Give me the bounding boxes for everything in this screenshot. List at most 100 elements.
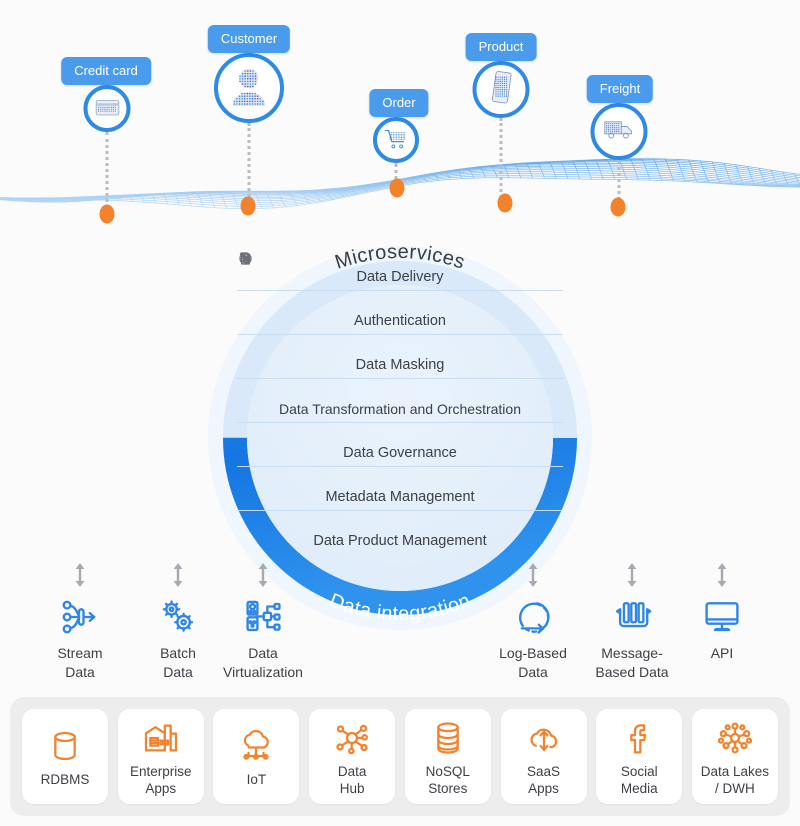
source-badge-label[interactable]: Freight: [586, 75, 654, 103]
channel-stream-data[interactable]: Stream Data: [28, 560, 132, 682]
source-bubble[interactable]: [472, 61, 530, 118]
api-monitor-icon: [670, 590, 774, 638]
source-card-label-line1: IoT: [246, 772, 267, 788]
source-bubble[interactable]: [590, 103, 648, 160]
source-badge-label[interactable]: Order: [369, 89, 429, 117]
data-lakes-icon: [715, 716, 755, 760]
data-sources-panel: RDBMS Enterprise Apps IoT Data Hub NoSQL Stores…: [10, 697, 790, 816]
source-card-label: Data Hub: [338, 764, 367, 796]
channel-api-monitor[interactable]: API: [670, 560, 774, 663]
log-based-icon: [481, 590, 585, 638]
database-stack-icon: [237, 252, 563, 532]
channel-label-line2: Virtualization: [223, 663, 303, 680]
microservice-item[interactable]: Metadata Management: [237, 252, 563, 510]
diagram-canvas: Credit card Customer Order Product Freight: [0, 0, 800, 826]
channel-arrow: [481, 560, 585, 590]
source-card-label-line1: Enterprise: [129, 764, 192, 780]
source-card-label-line2: Hub: [339, 780, 365, 796]
source-connector-line: [499, 118, 503, 198]
channel-arrow: [580, 560, 684, 590]
microservice-label: Data Governance: [343, 444, 457, 461]
source-card-label-line2: Stores: [428, 780, 468, 796]
source-bubble[interactable]: [83, 85, 131, 132]
source-card-data[interactable]: Data Hub: [309, 709, 396, 804]
microservice-item[interactable]: Data Governance: [237, 252, 563, 466]
source-anchor-dot: [610, 197, 626, 217]
double-arrow-icon: [173, 563, 183, 587]
double-arrow-icon: [528, 563, 538, 587]
channel-log-based[interactable]: Log-Based Data: [481, 560, 585, 682]
source-card-rdbms[interactable]: RDBMS: [22, 709, 108, 804]
source-bubble[interactable]: [214, 53, 284, 123]
hierarchy-icon: [237, 252, 563, 488]
source-card-label-line2: Media: [620, 780, 658, 796]
microservice-item[interactable]: Data Transformation and Orchestration: [237, 252, 563, 421]
microservice-label: Metadata Management: [325, 488, 475, 505]
source-card-label: RDBMS: [41, 772, 90, 788]
source-card-saas[interactable]: SaaS Apps: [500, 709, 587, 804]
source-card-label-line1: Social: [620, 764, 658, 780]
source-card-data-lakes[interactable]: Data Lakes / DWH: [691, 709, 778, 804]
channel-label-line1: Message-: [601, 645, 663, 661]
microservice-label: Data Transformation and Orchestration: [278, 401, 521, 418]
gears-icon: [237, 252, 563, 400]
microservice-item[interactable]: Data Product Management: [237, 252, 563, 554]
message-queue-icon: [580, 590, 684, 638]
facebook-icon: [619, 716, 659, 760]
microservice-item[interactable]: Data Delivery: [237, 251, 563, 290]
source-card-nosql[interactable]: NoSQL Stores: [404, 709, 491, 804]
globe-icon: [237, 251, 563, 268]
channel-arrow: [670, 560, 774, 590]
credit-card-icon: [92, 91, 122, 125]
channel-label-line2: Based Data: [595, 663, 669, 680]
source-connector-line: [105, 132, 109, 209]
source-card-label-line2: Apps: [528, 780, 559, 796]
microservice-label: Data Masking: [355, 357, 445, 374]
double-arrow-icon: [717, 563, 727, 587]
product-phone-icon: [483, 69, 520, 110]
user-icon: [237, 253, 563, 312]
source-anchor-dot: [497, 193, 513, 213]
cloud-network-icon: [236, 724, 276, 768]
channel-label: Stream Data: [28, 644, 132, 682]
microservices-list: Data Delivery Authentication Data Masking D…: [237, 250, 563, 554]
refresh-cycle-icon: [237, 252, 563, 444]
channel-label: Message- Based Data: [580, 644, 684, 682]
source-card-label: SaaS Apps: [527, 764, 560, 796]
source-card-label: Data Lakes / DWH: [701, 764, 769, 796]
channel-label-line1: API: [710, 645, 734, 661]
source-badge-label[interactable]: Credit card: [61, 57, 151, 85]
source-card-enterprise[interactable]: Enterprise Apps: [117, 709, 204, 804]
double-arrow-icon: [258, 563, 268, 587]
double-arrow-icon: [75, 563, 85, 587]
factory-icon: [141, 716, 181, 760]
source-card-label-line2: / DWH: [715, 780, 755, 796]
data-virtualization-icon: [211, 590, 315, 638]
source-bubble[interactable]: [373, 117, 419, 163]
source-card-label: NoSQL Stores: [426, 764, 470, 796]
source-card-label-line1: Data: [337, 764, 367, 780]
source-badge-label[interactable]: Product: [465, 33, 537, 61]
source-card-label: Enterprise Apps: [130, 764, 192, 796]
microservice-item[interactable]: Authentication: [237, 253, 563, 334]
microservice-label: Authentication: [354, 313, 446, 330]
source-card-social[interactable]: Social Media: [596, 709, 683, 804]
database-cylinder-icon: [45, 724, 85, 768]
microservice-item[interactable]: Data Masking: [237, 252, 563, 378]
channel-arrow: [211, 560, 315, 590]
channel-data-virtualization[interactable]: Data Virtualization: [211, 560, 315, 682]
customer-icon: [226, 63, 271, 114]
source-connector-line: [247, 123, 251, 202]
channel-message-queue[interactable]: Message- Based Data: [580, 560, 684, 682]
channel-label-line2: Data: [65, 663, 95, 680]
channel-label-line2: Data: [518, 663, 548, 680]
cloud-sync-icon: [524, 716, 564, 760]
hub-node-icon: [332, 716, 372, 760]
source-card-label-line1: SaaS: [527, 764, 561, 780]
source-card-label: IoT: [247, 772, 267, 788]
microservice-label: Data Product Management: [313, 533, 487, 550]
source-badge-label[interactable]: Customer: [207, 25, 291, 53]
database-layers-icon: [428, 716, 468, 760]
source-anchor-dot: [99, 204, 115, 224]
source-card-iot[interactable]: IoT: [213, 709, 300, 804]
